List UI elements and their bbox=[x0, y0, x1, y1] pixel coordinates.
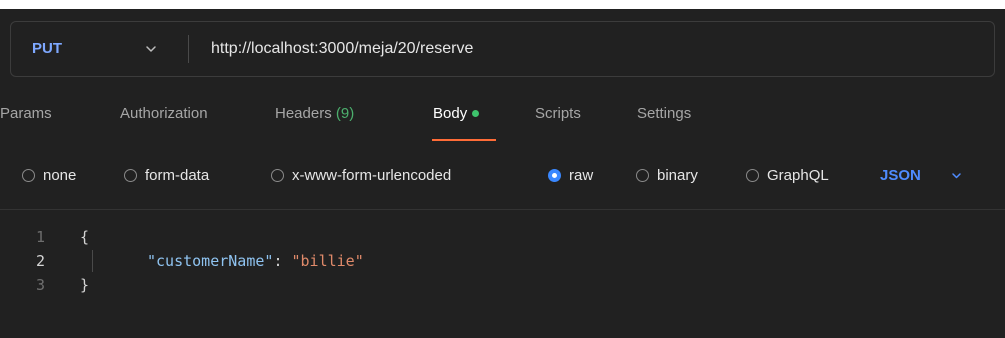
body-option-form-data[interactable]: form-data bbox=[124, 164, 209, 188]
body-option-none-label: none bbox=[43, 167, 77, 184]
radio-urlencoded[interactable] bbox=[271, 168, 284, 182]
body-option-urlencoded-label: x-www-form-urlencoded bbox=[292, 167, 452, 184]
json-string-value: "billie" bbox=[291, 252, 364, 270]
body-language-select[interactable]: JSON bbox=[880, 164, 921, 188]
body-option-binary-label: binary bbox=[657, 167, 698, 184]
editor-line: 1 { bbox=[0, 225, 1005, 249]
body-type-options: none form-data x-www-form-urlencoded raw… bbox=[0, 164, 1005, 188]
json-colon: : bbox=[273, 252, 292, 270]
body-option-none[interactable]: none bbox=[22, 164, 76, 188]
body-option-graphql-label: GraphQL bbox=[767, 167, 829, 184]
body-modified-dot bbox=[472, 109, 480, 117]
tab-scripts[interactable]: Scripts bbox=[535, 105, 581, 122]
body-editor[interactable]: 1 { 2 "customerName": "billie" 3 } bbox=[0, 221, 1005, 321]
chevron-down-icon[interactable] bbox=[144, 42, 158, 56]
http-method-select[interactable]: PUT bbox=[32, 22, 62, 76]
json-entry: "customerName": "billie" bbox=[147, 249, 364, 273]
editor-line: 2 "customerName": "billie" bbox=[0, 249, 1005, 273]
tab-params[interactable]: Params bbox=[0, 105, 52, 122]
line-number: 1 bbox=[36, 228, 46, 246]
headers-count: (9) bbox=[335, 105, 355, 122]
line-number: 2 bbox=[36, 252, 46, 270]
tab-authorization[interactable]: Authorization bbox=[120, 105, 208, 122]
body-option-graphql[interactable]: GraphQL bbox=[746, 164, 829, 188]
tab-headers[interactable]: Headers (9) bbox=[275, 105, 354, 122]
chevron-down-icon[interactable] bbox=[950, 169, 963, 182]
request-url-bar: PUT http://localhost:3000/meja/20/reserv… bbox=[10, 21, 995, 77]
radio-graphql[interactable] bbox=[746, 168, 759, 182]
editor-line: 3 } bbox=[0, 273, 1005, 297]
editor-separator bbox=[0, 209, 1005, 210]
body-option-binary[interactable]: binary bbox=[636, 164, 698, 188]
tab-body-label: Body bbox=[433, 105, 468, 122]
url-input[interactable]: http://localhost:3000/meja/20/reserve bbox=[211, 22, 971, 76]
body-option-raw[interactable]: raw bbox=[548, 164, 593, 188]
radio-form-data[interactable] bbox=[124, 168, 137, 182]
tab-headers-label: Headers bbox=[275, 105, 332, 122]
json-key: "customerName" bbox=[147, 252, 274, 270]
line-number: 3 bbox=[36, 276, 46, 294]
body-option-urlencoded[interactable]: x-www-form-urlencoded bbox=[271, 164, 451, 188]
tab-body[interactable]: Body bbox=[433, 105, 480, 122]
tab-settings[interactable]: Settings bbox=[637, 105, 691, 122]
json-open-brace: { bbox=[80, 228, 90, 246]
body-option-form-data-label: form-data bbox=[145, 167, 210, 184]
body-option-raw-label: raw bbox=[569, 167, 594, 184]
radio-binary[interactable] bbox=[636, 168, 649, 182]
url-divider bbox=[188, 35, 189, 63]
top-strip bbox=[0, 0, 1005, 9]
json-close-brace: } bbox=[80, 276, 90, 294]
request-tabs: Params Authorization Headers (9) Body Sc… bbox=[0, 105, 800, 139]
radio-raw[interactable] bbox=[548, 168, 561, 182]
radio-none[interactable] bbox=[22, 168, 35, 182]
active-tab-indicator bbox=[432, 139, 496, 141]
request-panel: PUT http://localhost:3000/meja/20/reserv… bbox=[0, 9, 1005, 338]
